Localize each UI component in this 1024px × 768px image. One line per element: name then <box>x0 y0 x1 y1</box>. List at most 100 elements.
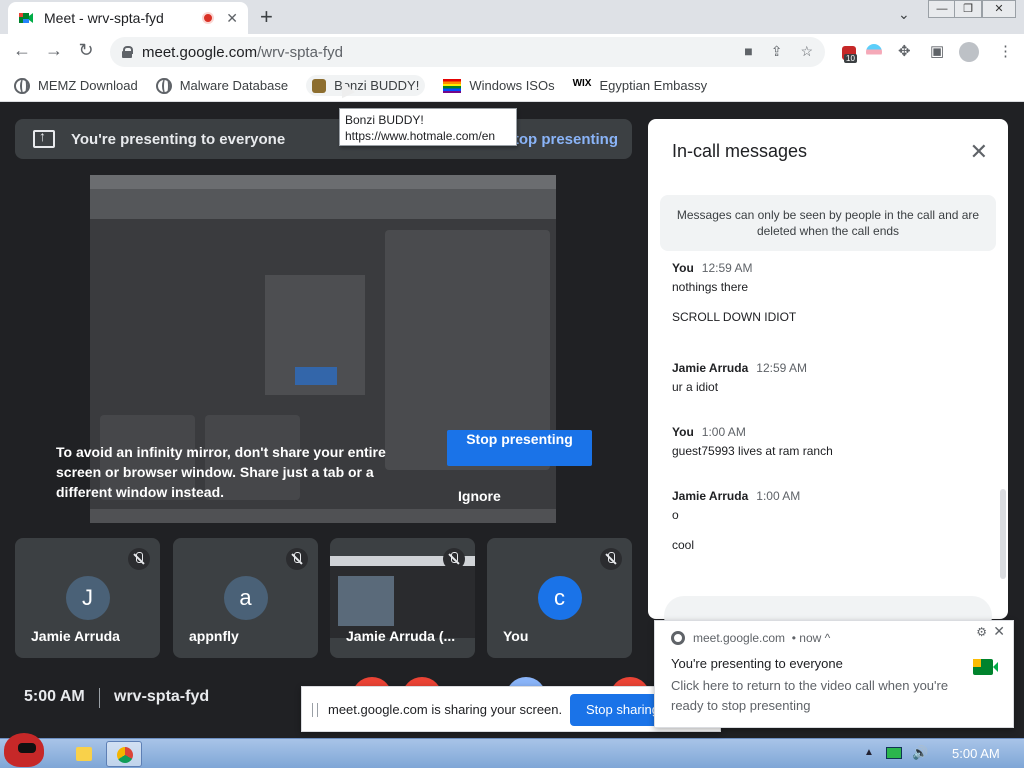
reload-icon[interactable]: ↻ <box>74 40 98 61</box>
notification-settings-icon[interactable]: ⚙ <box>976 625 987 639</box>
system-tray: ▲ 🔊 5:00 AM <box>854 739 1024 768</box>
rainbow-flag-icon <box>443 78 462 93</box>
globe-icon <box>155 77 172 94</box>
message-sender: You <box>672 425 694 439</box>
bookmark-star-icon[interactable]: ☆ <box>800 43 813 60</box>
message-sender: You <box>672 261 694 275</box>
bookmark-bonzi-buddy[interactable]: Bonzi BUDDY! <box>306 75 426 96</box>
participant-name: You <box>503 628 529 644</box>
lock-icon[interactable] <box>122 46 133 58</box>
back-icon[interactable]: ← <box>10 40 34 61</box>
bookmark-tooltip: Bonzi BUDDY! https://www.hotmale.com/en <box>339 108 517 146</box>
forward-icon[interactable]: → <box>42 40 66 61</box>
recording-indicator-icon <box>202 12 215 24</box>
tab-title: Meet - wrv-spta-fyd <box>44 10 164 26</box>
panel-close-icon[interactable]: ✕ <box>970 139 988 165</box>
meeting-code: wrv-spta-fyd <box>114 688 210 705</box>
stop-presenting-button[interactable]: Stop presenting <box>447 430 592 466</box>
message-time: 1:00 AM <box>756 489 801 503</box>
avatar: J <box>65 576 110 620</box>
wix-icon: WIX <box>572 77 592 89</box>
message: You 12:59 AM nothings there SCROLL DOWN I… <box>672 261 992 325</box>
message: You 1:00 AM guest75993 lives at ram ranch <box>672 425 992 459</box>
panel-title: In-call messages <box>672 141 808 161</box>
menu-kebab-icon[interactable]: ⋮ <box>998 42 1013 60</box>
present-screen-icon <box>33 128 55 148</box>
extension-flag-icon[interactable] <box>866 44 882 60</box>
bookmark-egyptian-embassy[interactable]: WIX Egyptian Embassy <box>573 78 708 94</box>
message-time: 12:59 AM <box>701 261 753 275</box>
divider <box>99 688 100 708</box>
presenting-notification[interactable]: meet.google.com • now ^ ⚙ ✕ You're prese… <box>654 620 1014 728</box>
mic-off-icon <box>443 548 465 570</box>
participant-name: Jamie Arruda (... <box>346 628 456 644</box>
avatar: c <box>537 576 582 620</box>
sharing-text: meet.google.com is sharing your screen. <box>328 702 563 717</box>
notification-close-icon[interactable]: ✕ <box>993 623 1005 640</box>
chat-notice: Messages can only be seen by people in t… <box>660 195 996 251</box>
message-text: guest75993 lives at ram ranch <box>672 444 833 458</box>
tab-search-icon[interactable]: ⌄ <box>898 6 910 23</box>
explorer-taskbar-icon[interactable] <box>66 741 102 767</box>
extensions-puzzle-icon[interactable]: ✥ <box>898 42 911 60</box>
meet-favicon-icon <box>19 13 33 23</box>
tab-strip: Meet - wrv-spta-fyd ✕ + ⌄ — ❐ ✕ <box>0 0 1024 34</box>
minimize-button[interactable]: — <box>928 0 956 18</box>
meeting-clock: 5:00 AM <box>24 688 85 705</box>
participant-tile[interactable]: Jamie Arruda (... <box>330 538 475 658</box>
drag-handle-icon[interactable] <box>312 703 318 717</box>
bookmark-windows-isos[interactable]: Windows ISOs <box>443 78 555 93</box>
message: Jamie Arruda 1:00 AM o cool <box>672 489 992 553</box>
mic-off-icon <box>128 548 150 570</box>
participant-name: Jamie Arruda <box>31 628 120 644</box>
start-button-bird-icon[interactable] <box>4 733 44 767</box>
message-text: cool <box>672 538 695 552</box>
taskbar-clock[interactable]: 5:00 AM <box>952 746 1000 761</box>
chrome-icon <box>671 631 685 645</box>
network-icon[interactable] <box>886 747 902 759</box>
message-text: ur a idiot <box>672 380 719 394</box>
message-sender: Jamie Arruda <box>672 489 749 503</box>
bookmarks-bar: MEMZ Download Malware Database Bonzi BUD… <box>0 70 1024 102</box>
message-text: SCROLL DOWN IDIOT <box>672 310 797 324</box>
share-icon[interactable]: ⇪ <box>771 43 783 60</box>
tab-meet[interactable]: Meet - wrv-spta-fyd ✕ <box>8 2 248 34</box>
camera-icon[interactable]: ■ <box>744 43 752 60</box>
restore-button[interactable]: ❐ <box>954 0 982 18</box>
banner-stop-presenting-link[interactable]: Stop presenting <box>504 131 618 148</box>
tray-expand-icon[interactable]: ▲ <box>864 747 874 758</box>
message-text: nothings there <box>672 280 749 294</box>
avatar: a <box>223 576 268 620</box>
profile-avatar[interactable] <box>959 42 979 62</box>
message-list: You 12:59 AM nothings there SCROLL DOWN I… <box>672 261 992 575</box>
notification-source: meet.google.com • now ^ <box>671 631 830 645</box>
side-panel-icon[interactable]: ▣ <box>930 42 944 60</box>
message: Jamie Arruda 12:59 AM ur a idiot <box>672 361 992 395</box>
notification-title: You're presenting to everyone <box>671 656 843 671</box>
message-sender: Jamie Arruda <box>672 361 749 375</box>
address-bar[interactable]: meet.google.com/wrv-spta-fyd ■ ⇪ ☆ <box>110 37 825 67</box>
infinity-mirror-warning: To avoid an infinity mirror, don't share… <box>56 444 386 500</box>
window-close-button[interactable]: ✕ <box>982 0 1016 18</box>
tab-close-icon[interactable]: ✕ <box>226 10 238 27</box>
extension-badge-icon[interactable]: 10 <box>842 46 857 63</box>
message-time: 1:00 AM <box>701 425 746 439</box>
presenting-banner: You're presenting to everyone Stop prese… <box>15 119 632 159</box>
bookmark-memz[interactable]: MEMZ Download <box>14 77 138 94</box>
participant-tile[interactable]: J Jamie Arruda <box>15 538 160 658</box>
chat-scrollbar[interactable] <box>1000 489 1006 579</box>
chrome-taskbar-icon[interactable] <box>106 741 142 767</box>
notification-body: Click here to return to the video call w… <box>671 678 949 713</box>
new-tab-button[interactable]: + <box>260 4 273 30</box>
url-text: meet.google.com/wrv-spta-fyd <box>142 43 343 61</box>
participant-tile[interactable]: c You <box>487 538 632 658</box>
message-text: o <box>672 508 679 522</box>
browser-toolbar: ← → ↻ meet.google.com/wrv-spta-fyd ■ ⇪ ☆… <box>0 34 1024 70</box>
ignore-button[interactable]: Ignore <box>458 488 501 504</box>
bookmark-malware-database[interactable]: Malware Database <box>155 77 288 94</box>
volume-icon[interactable]: 🔊 <box>912 745 928 761</box>
bonzi-icon <box>312 78 327 93</box>
participant-tile[interactable]: a appnfly <box>173 538 318 658</box>
globe-icon <box>14 77 30 94</box>
mic-off-icon <box>600 548 622 570</box>
